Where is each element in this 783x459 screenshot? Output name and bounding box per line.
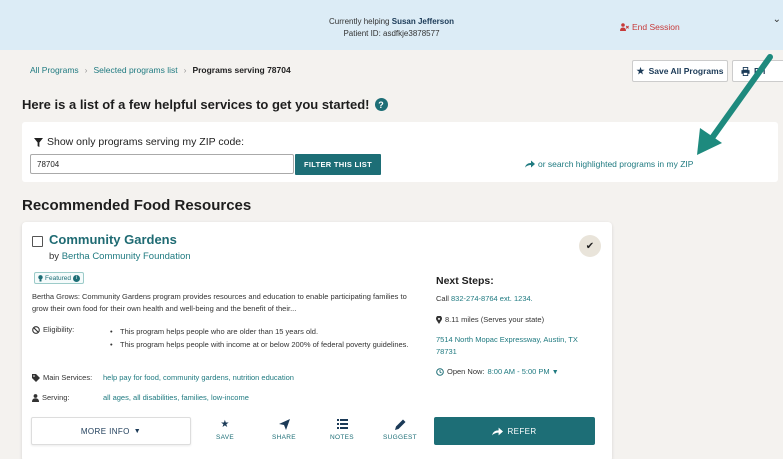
distance-info: 8.11 miles (Serves your state)	[436, 315, 544, 324]
distance-text: 8.11 miles (Serves your state)	[445, 315, 545, 324]
edge-glyph: ⌄	[772, 14, 781, 25]
checkmark-icon: ✔	[585, 240, 595, 252]
ban-icon	[32, 325, 40, 334]
save-all-programs-button[interactable]: ★ Save All Programs	[632, 60, 728, 82]
save-all-label: Save All Programs	[648, 66, 724, 76]
question-circle-icon[interactable]: ?	[374, 98, 388, 111]
serving-label-text: Serving:	[42, 393, 70, 402]
open-hours: Open Now: 8:00 AM - 5:00 PM ▼	[436, 367, 559, 376]
paper-plane-icon	[262, 419, 306, 431]
info-icon[interactable]: i	[73, 274, 81, 282]
select-program-checkbox[interactable]	[32, 236, 43, 247]
address-link[interactable]: 7514 North Mopac Expressway, Austin, TX …	[436, 334, 596, 358]
featured-label: Featured	[45, 274, 72, 282]
user-x-icon	[620, 23, 629, 31]
share-arrow-icon	[525, 160, 535, 168]
filter-list-button[interactable]: FILTER THIS LIST	[295, 154, 381, 175]
refer-button[interactable]: REFER	[434, 417, 595, 445]
search-highlighted-label: or search highlighted programs in my ZIP	[538, 159, 694, 169]
hours-dropdown[interactable]: 8:00 AM - 5:00 PM ▼	[488, 367, 559, 376]
eligibility-item: This program helps people who are older …	[110, 326, 410, 338]
program-card: Community Gardens by Bertha Community Fo…	[22, 222, 612, 459]
tag-icon	[32, 373, 40, 382]
notes-button[interactable]: NOTES	[320, 419, 364, 441]
chevron-down-icon: ▼	[551, 369, 559, 376]
save-button[interactable]: ★ SAVE	[203, 419, 247, 441]
chevron-down-icon: ▼	[133, 427, 142, 435]
eligibility-label-text: Eligibility:	[43, 325, 75, 334]
section-title: Recommended Food Resources	[22, 197, 252, 214]
more-info-label: MORE INFO	[80, 426, 130, 436]
call-info: Call 832-274-8764 ext. 1234.	[436, 294, 533, 303]
intro-text: Here is a list of a few helpful services…	[22, 97, 370, 112]
eligibility-label: Eligibility:	[32, 325, 74, 334]
filter-icon	[34, 137, 43, 147]
list-icon	[320, 419, 364, 431]
suggest-label: SUGGEST	[383, 434, 417, 441]
star-icon: ★	[220, 419, 230, 430]
breadcrumb-separator: ›	[84, 65, 88, 75]
save-label: SAVE	[215, 434, 235, 441]
program-name[interactable]: Community Gardens	[49, 232, 177, 247]
print-label: Pri	[754, 66, 766, 76]
end-session-button[interactable]: End Session	[620, 22, 680, 32]
serving-label: Serving:	[32, 393, 70, 402]
session-header: Currently helping Susan Jefferson Patien…	[0, 0, 783, 50]
client-name: Susan Jefferson	[391, 17, 454, 26]
refer-label: REFER	[507, 426, 537, 436]
breadcrumb-all-programs[interactable]: All Programs	[30, 65, 79, 75]
map-pin-icon	[436, 315, 442, 324]
zip-filter-panel: Show only programs serving my ZIP code: …	[22, 122, 778, 182]
printer-icon	[741, 66, 750, 76]
share-label: SHARE	[272, 434, 296, 441]
saved-checkmark-button[interactable]: ✔	[579, 235, 601, 257]
share-button[interactable]: SHARE	[262, 419, 306, 441]
breadcrumb-current: Programs serving 78704	[192, 65, 291, 75]
print-button[interactable]: Pri	[732, 60, 783, 82]
intro-heading: Here is a list of a few helpful services…	[22, 97, 388, 112]
helping-prefix: Currently helping	[329, 17, 390, 26]
provider-link[interactable]: Bertha Community Foundation	[62, 251, 191, 262]
search-highlighted-link[interactable]: or search highlighted programs in my ZIP	[525, 159, 693, 169]
eligibility-item: This program helps people with income at…	[110, 339, 410, 351]
breadcrumb-selected-programs[interactable]: Selected programs list	[94, 65, 178, 75]
pencil-icon	[378, 419, 422, 431]
phone-link[interactable]: 832-274-8764 ext. 1234.	[451, 294, 533, 303]
notes-label: NOTES	[330, 434, 354, 441]
serving-links[interactable]: all ages, all disabilities, families, lo…	[103, 393, 249, 402]
by-prefix: by	[49, 251, 60, 262]
call-prefix: Call	[436, 294, 449, 303]
lightbulb-icon	[38, 274, 43, 281]
end-session-label: End Session	[632, 22, 680, 32]
user-icon	[32, 393, 39, 402]
featured-badge: Featured i	[34, 272, 85, 284]
star-icon: ★	[636, 65, 645, 76]
clock-icon	[436, 367, 444, 376]
breadcrumb-separator: ›	[183, 65, 187, 75]
program-provider: by Bertha Community Foundation	[49, 251, 191, 262]
zip-filter-text: Show only programs serving my ZIP code:	[47, 136, 245, 148]
eligibility-list: This program helps people who are older …	[110, 326, 410, 351]
hours-text: 8:00 AM - 5:00 PM	[487, 367, 550, 376]
more-info-button[interactable]: MORE INFO ▼	[31, 417, 191, 445]
suggest-button[interactable]: SUGGEST	[378, 419, 422, 441]
program-description: Bertha Grows: Community Gardens program …	[32, 292, 407, 313]
main-services-label-text: Main Services:	[43, 373, 93, 382]
share-arrow-icon	[492, 427, 504, 435]
next-steps-title: Next Steps:	[436, 275, 494, 287]
open-label: Open Now:	[447, 367, 485, 376]
breadcrumb: All Programs › Selected programs list › …	[30, 65, 291, 75]
zip-filter-label: Show only programs serving my ZIP code:	[34, 136, 244, 148]
main-services-links[interactable]: help pay for food, community gardens, nu…	[103, 373, 294, 382]
main-services-label: Main Services:	[32, 373, 92, 382]
zip-code-input[interactable]	[30, 154, 294, 174]
